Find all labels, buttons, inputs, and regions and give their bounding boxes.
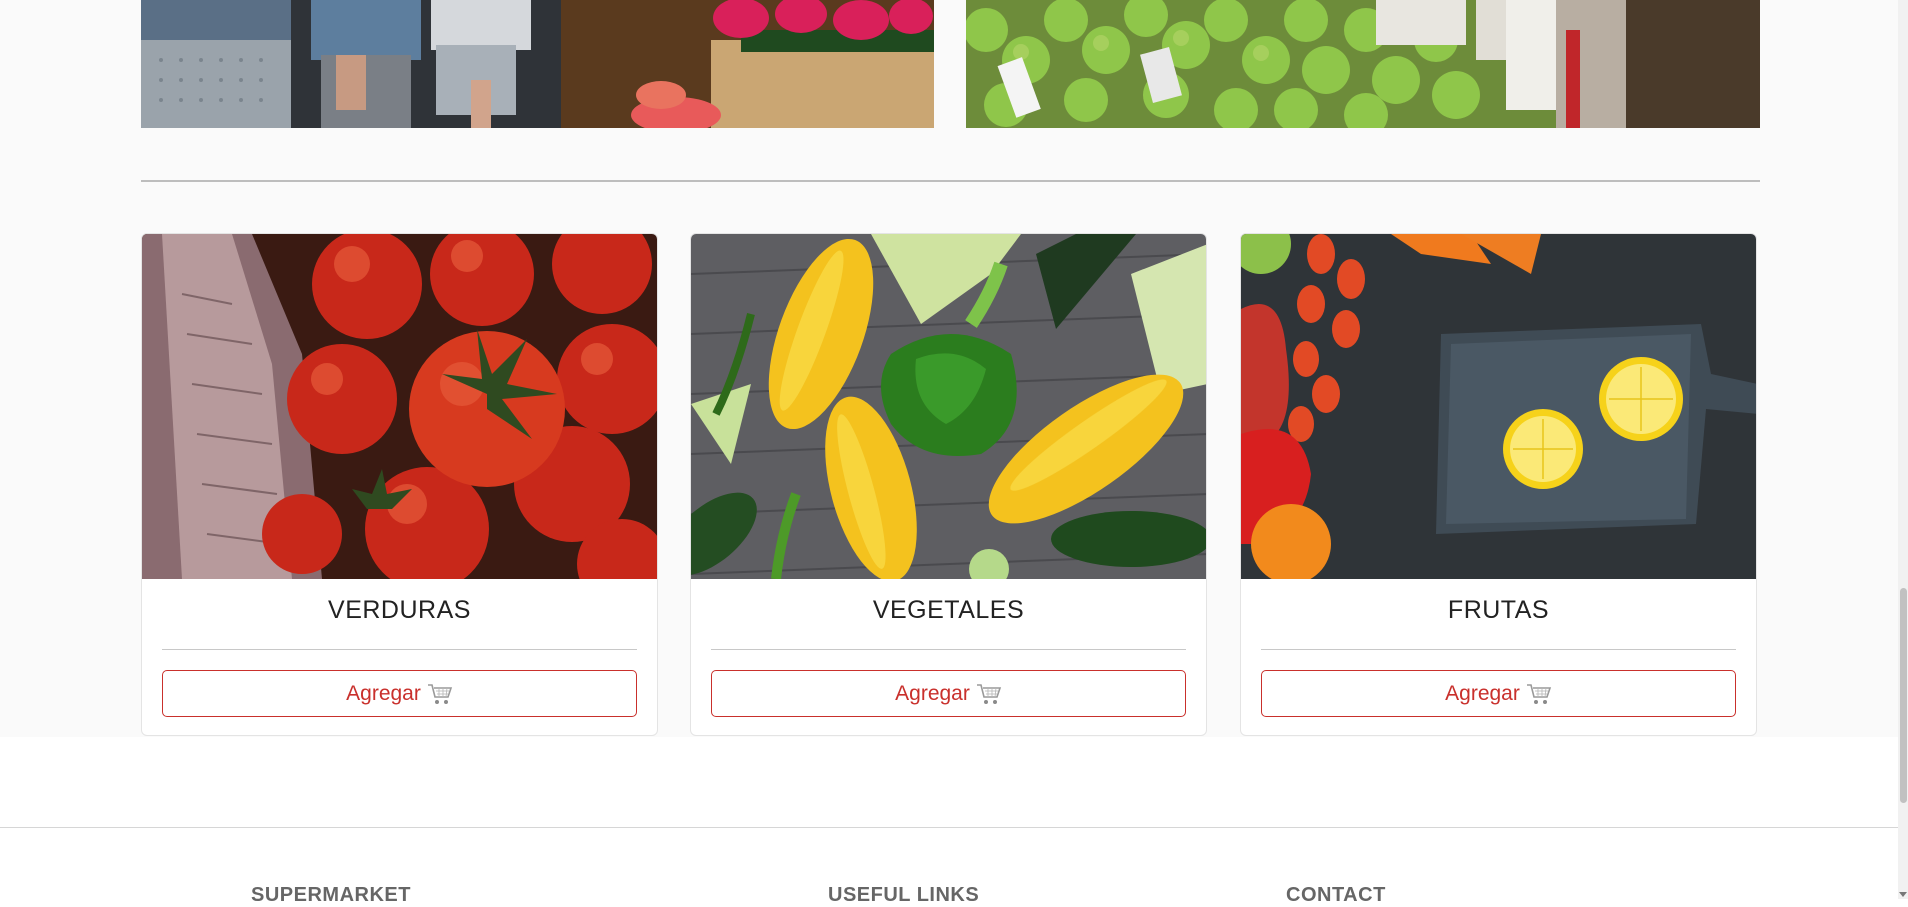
banner-photo-apples <box>966 0 1760 128</box>
footer-heading-supermarket: SUPERMARKET <box>251 884 411 906</box>
add-to-cart-button[interactable]: Agregar <box>711 670 1186 717</box>
footer-heading-useful-links: USEFUL LINKS <box>828 884 980 906</box>
cart-icon <box>1526 682 1552 706</box>
card-image-tomatoes <box>142 234 657 579</box>
product-card-frutas: FRUTAS Agregar <box>1240 233 1757 736</box>
add-button-label: Agregar <box>1445 681 1520 705</box>
cart-icon <box>427 682 453 706</box>
product-card-verduras: VERDURAS Agregar <box>141 233 658 736</box>
vertical-scrollbar[interactable] <box>1898 0 1908 899</box>
card-title: VERDURAS <box>328 596 471 624</box>
add-button-label: Agregar <box>346 681 421 705</box>
card-image-corn <box>691 234 1206 579</box>
card-divider <box>711 649 1186 650</box>
card-divider <box>1261 649 1736 650</box>
add-to-cart-button[interactable]: Agregar <box>1261 670 1736 717</box>
scroll-down-arrow-icon[interactable] <box>1899 892 1907 897</box>
banner-photo-dragonfruit <box>141 0 934 128</box>
card-title: VEGETALES <box>872 596 1025 624</box>
card-image-lemons <box>1241 234 1756 579</box>
section-divider <box>141 180 1760 182</box>
scrollbar-thumb[interactable] <box>1900 588 1907 803</box>
card-title: FRUTAS <box>1447 596 1550 624</box>
footer-heading-contact: CONTACT <box>1286 884 1386 906</box>
add-to-cart-button[interactable]: Agregar <box>162 670 637 717</box>
product-card-vegetales: VEGETALES Agregar <box>690 233 1207 736</box>
card-divider <box>162 649 637 650</box>
footer-divider <box>0 827 1898 828</box>
add-button-label: Agregar <box>895 681 970 705</box>
cart-icon <box>976 682 1002 706</box>
